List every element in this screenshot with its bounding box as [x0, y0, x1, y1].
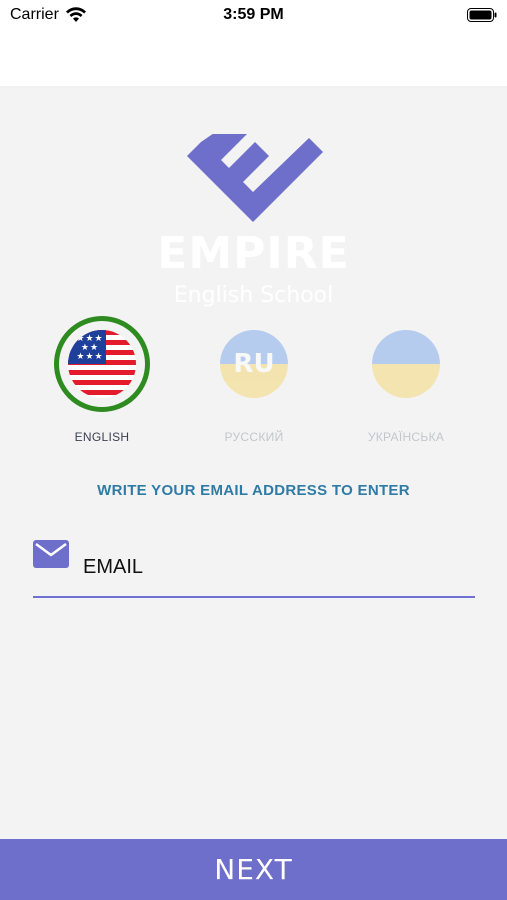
next-button-label: NEXT: [214, 853, 293, 886]
ua-flag-icon: [372, 330, 440, 398]
battery-icon: [467, 8, 497, 22]
mail-icon: [33, 540, 69, 568]
us-flag-icon: ★★★ ★★ ★★★: [68, 330, 136, 398]
language-label-english: ENGLISH: [74, 430, 130, 444]
empire-logo-icon: [187, 134, 323, 222]
navigation-bar: [0, 34, 507, 86]
ru-flag-icon: RU: [220, 330, 288, 398]
email-instruction: WRITE YOUR EMAIL ADDRESS TO ENTER: [97, 482, 410, 499]
email-input[interactable]: [83, 552, 463, 582]
logo-subtitle: English School: [173, 283, 334, 308]
logo-wordmark: EMPIRE: [157, 228, 350, 279]
language-label-russian: РУССКИЙ: [224, 430, 284, 444]
selected-language-ring: ★★★ ★★ ★★★: [54, 316, 150, 412]
clock: 3:59 PM: [223, 6, 284, 23]
language-option-ukrainian[interactable]: УКРАЇНСЬКА: [331, 316, 481, 444]
next-button[interactable]: NEXT: [0, 839, 507, 900]
language-option-russian[interactable]: RU РУССКИЙ: [179, 316, 329, 444]
status-bar: Carrier 3:59 PM: [0, 0, 507, 34]
ru-flag-text: RU: [233, 349, 275, 379]
language-label-ukrainian: УКРАЇНСЬКА: [367, 430, 445, 444]
language-option-english[interactable]: ★★★ ★★ ★★★ ENGLISH: [27, 316, 177, 444]
email-field-row: [33, 538, 475, 598]
